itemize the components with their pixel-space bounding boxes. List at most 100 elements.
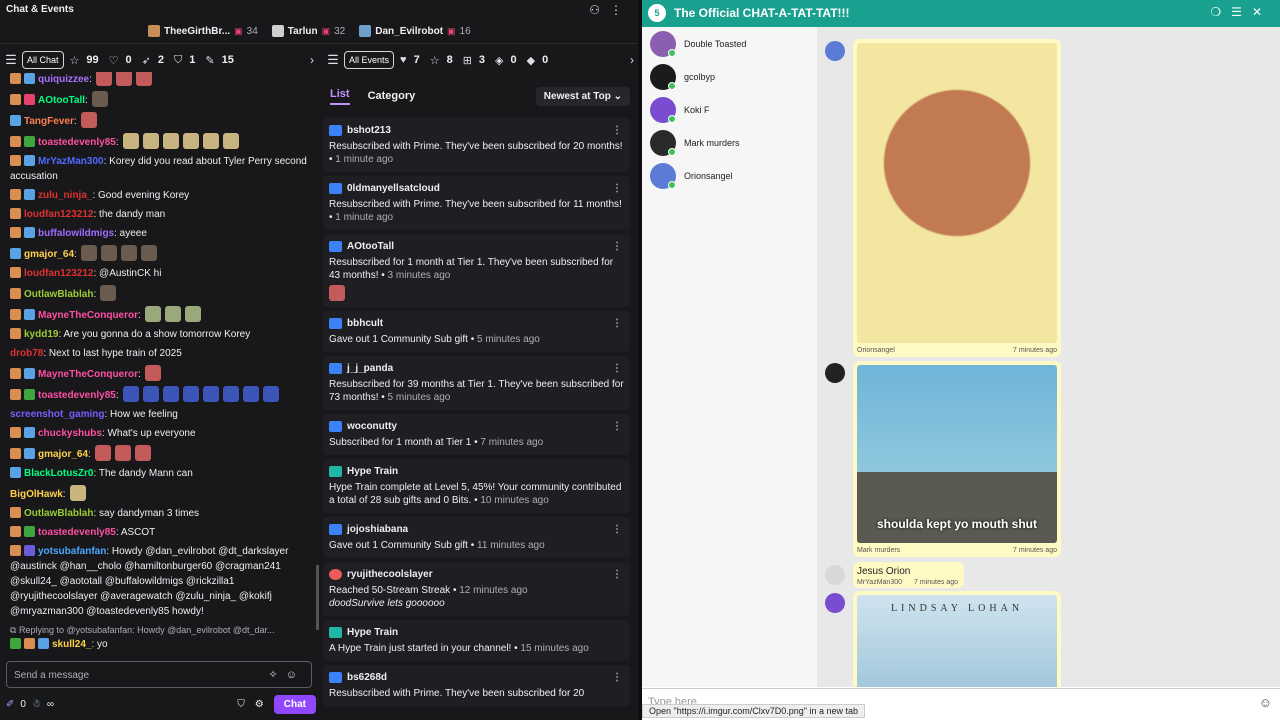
more-icon[interactable]: ⋮ (612, 362, 622, 375)
filter-heart[interactable]: ♡ 0 (109, 54, 132, 67)
more-icon[interactable]: ⋮ (612, 240, 622, 253)
event-card[interactable]: 0ldmanyellsatcloud Resubscribed with Prim… (323, 176, 630, 230)
filter-bits[interactable]: ◆ 0 (527, 54, 549, 67)
emoji-icon[interactable]: ☺ (1259, 695, 1272, 710)
chat-username[interactable]: OutlawBlablah (24, 289, 93, 300)
menu-icon[interactable]: ☰ (322, 52, 344, 68)
app-root: Chat & Events ⚇⋮ TheeGirthBr... ▣ 34 Tar… (0, 0, 1280, 720)
more-icon[interactable]: ⋮ (612, 671, 622, 684)
chat-username[interactable]: MayneTheConqueror (38, 310, 138, 321)
chat-username[interactable]: kydd19 (24, 329, 58, 340)
chat-username[interactable]: loudfan123212 (24, 209, 93, 220)
chat-username[interactable]: gmajor_64 (38, 449, 88, 460)
member-item[interactable]: Double Toasted (642, 27, 817, 60)
member-item[interactable]: Koki F (642, 93, 817, 126)
member-item[interactable]: Orionsangel (642, 159, 817, 192)
filter-star[interactable]: ☆ 8 (430, 54, 453, 67)
chat-username[interactable]: buffalowildmigs (38, 228, 114, 239)
chat-username[interactable]: TangFever (24, 116, 74, 127)
menu-icon[interactable]: ☰ (0, 52, 22, 68)
shield-icon[interactable]: ⛉ (237, 699, 245, 710)
post-image[interactable]: LINDSAY LOHAN (857, 595, 1057, 687)
filter-pin[interactable]: ✎ 15 (205, 54, 233, 67)
event-card[interactable]: woconutty Subscribed for 1 month at Tier … (323, 414, 630, 455)
event-card[interactable]: jojoshiabana Gave out 1 Community Sub gif… (323, 517, 630, 558)
more-icon[interactable]: ⋮ (612, 568, 622, 581)
more-icon[interactable]: ⋮ (612, 124, 622, 137)
channel-points-icon[interactable]: ☃ (32, 699, 41, 710)
chat-username[interactable]: AOtooTall (38, 95, 85, 106)
event-card[interactable]: bbhcult Gave out 1 Community Sub gift • 5… (323, 311, 630, 352)
chat-username[interactable]: toastedevenly85 (38, 390, 116, 401)
post-image[interactable]: shoulda kept yo mouth shut (857, 365, 1057, 543)
chat-username[interactable]: MrYazMan300 (38, 156, 104, 167)
event-card[interactable]: Hype Train A Hype Train just started in y… (323, 620, 630, 661)
all-events-button[interactable]: All Events (344, 51, 395, 69)
events-list[interactable]: List Category Newest at Top ⌄ bshot213 Re… (322, 78, 638, 720)
event-card[interactable]: bs6268d Resubscribed with Prime. They've … (323, 665, 630, 706)
filter-rocket[interactable]: ➶ 2 (142, 54, 164, 67)
menu-icon[interactable]: ☰ (1231, 5, 1252, 19)
image-post[interactable]: shoulda kept yo mouth shut Mark murders 7… (853, 361, 1061, 557)
all-chat-button[interactable]: All Chat (22, 51, 64, 69)
chat-username[interactable]: quiquizzee (38, 74, 89, 85)
chat-input[interactable]: Send a message ✧☺ (6, 661, 312, 688)
chat-bottom-bar: ✐ 0 ☃ ∞ ⛉ ⚙ Chat (6, 694, 316, 714)
more-icon[interactable]: ⋮ (610, 3, 632, 17)
chat-username[interactable]: toastedevenly85 (38, 137, 116, 148)
event-card[interactable]: ryujithecoolslayer Reached 50-Stream Stre… (323, 562, 630, 616)
chat-username[interactable]: chuckyshubs (38, 428, 102, 439)
image-post[interactable]: LINDSAY LOHAN (853, 591, 1061, 687)
event-card[interactable]: Hype Train Hype Train complete at Level 5… (323, 459, 630, 513)
leader-item[interactable]: Dan_Evilrobot ▣ 16 (359, 25, 471, 37)
more-icon[interactable]: ⋮ (612, 523, 622, 536)
event-card[interactable]: bshot213 Resubscribed with Prime. They've… (323, 118, 630, 172)
filter-star[interactable]: ☆ 99 (70, 54, 99, 67)
chat-button[interactable]: Chat (273, 694, 316, 714)
filter-drop[interactable]: ◈ 0 (495, 54, 517, 67)
member-item[interactable]: Mark murders (642, 126, 817, 159)
chevron-right-icon[interactable]: › (630, 53, 634, 67)
filter-shield[interactable]: ⛉ 1 (174, 54, 195, 67)
more-icon[interactable]: ⋮ (612, 182, 622, 195)
emoji-icon[interactable]: ☺ (286, 669, 305, 681)
chat-username[interactable]: drob78 (10, 348, 43, 359)
leader-item[interactable]: Tarlun ▣ 32 (271, 25, 345, 37)
chat-log[interactable]: quiquizzee: AOtooTall: TangFever: toaste… (0, 72, 318, 654)
close-icon[interactable]: ✕ (1252, 5, 1272, 19)
chat-username[interactable]: BlackLotusZr0 (24, 468, 93, 479)
chat-scrollbar[interactable] (316, 565, 319, 630)
post-image[interactable] (857, 43, 1057, 343)
chat-username[interactable]: loudfan123212 (24, 268, 93, 279)
image-post[interactable]: Orionsangel 7 minutes ago (853, 39, 1061, 357)
sort-select[interactable]: Newest at Top ⌄ (535, 86, 630, 106)
tab-category[interactable]: Category (368, 90, 416, 102)
chat-username[interactable]: yotsubafanfan (38, 546, 106, 557)
filter-gift[interactable]: ⊞ 3 (463, 54, 485, 67)
sparkle-icon[interactable]: ✧ (269, 669, 286, 681)
chevron-right-icon[interactable]: › (310, 53, 314, 67)
event-card[interactable]: AOtooTall Resubscribed for 1 month at Tie… (323, 234, 630, 307)
emote (142, 386, 159, 402)
more-icon[interactable]: ⋮ (612, 420, 622, 433)
chat-username[interactable]: screenshot_gaming (10, 409, 104, 420)
chat-username[interactable]: BigOlHawk (10, 489, 63, 500)
tab-list[interactable]: List (330, 88, 350, 105)
chat-username[interactable]: MayneTheConqueror (38, 369, 138, 380)
text-post[interactable]: Jesus Orion MrYazMan300 7 minutes ago (853, 562, 964, 588)
leader-item[interactable]: TheeGirthBr... ▣ 34 (148, 25, 258, 37)
member-item[interactable]: gcolbyp (642, 60, 817, 93)
chat-username[interactable]: skull24_ (52, 639, 91, 650)
user-settings-icon[interactable]: ⚇ (589, 3, 610, 17)
chat-bubble-icon[interactable]: ❍ (1210, 5, 1231, 19)
bits-icon[interactable]: ✐ (6, 699, 14, 710)
chat-username[interactable]: OutlawBlablah (24, 508, 93, 519)
filter-heart[interactable]: ♥ 7 (400, 54, 420, 66)
more-icon[interactable]: ⋮ (612, 317, 622, 330)
event-card[interactable]: j_j_panda Resubscribed for 39 months at T… (323, 356, 630, 410)
gear-icon[interactable]: ⚙ (255, 699, 264, 710)
chat-username[interactable]: gmajor_64 (24, 249, 74, 260)
chat-username[interactable]: toastedevenly85 (38, 527, 116, 538)
chat-username[interactable]: zulu_ninja_ (38, 190, 92, 201)
message-feed[interactable]: Orionsangel 7 minutes ago shoulda kept yo… (817, 27, 1280, 687)
